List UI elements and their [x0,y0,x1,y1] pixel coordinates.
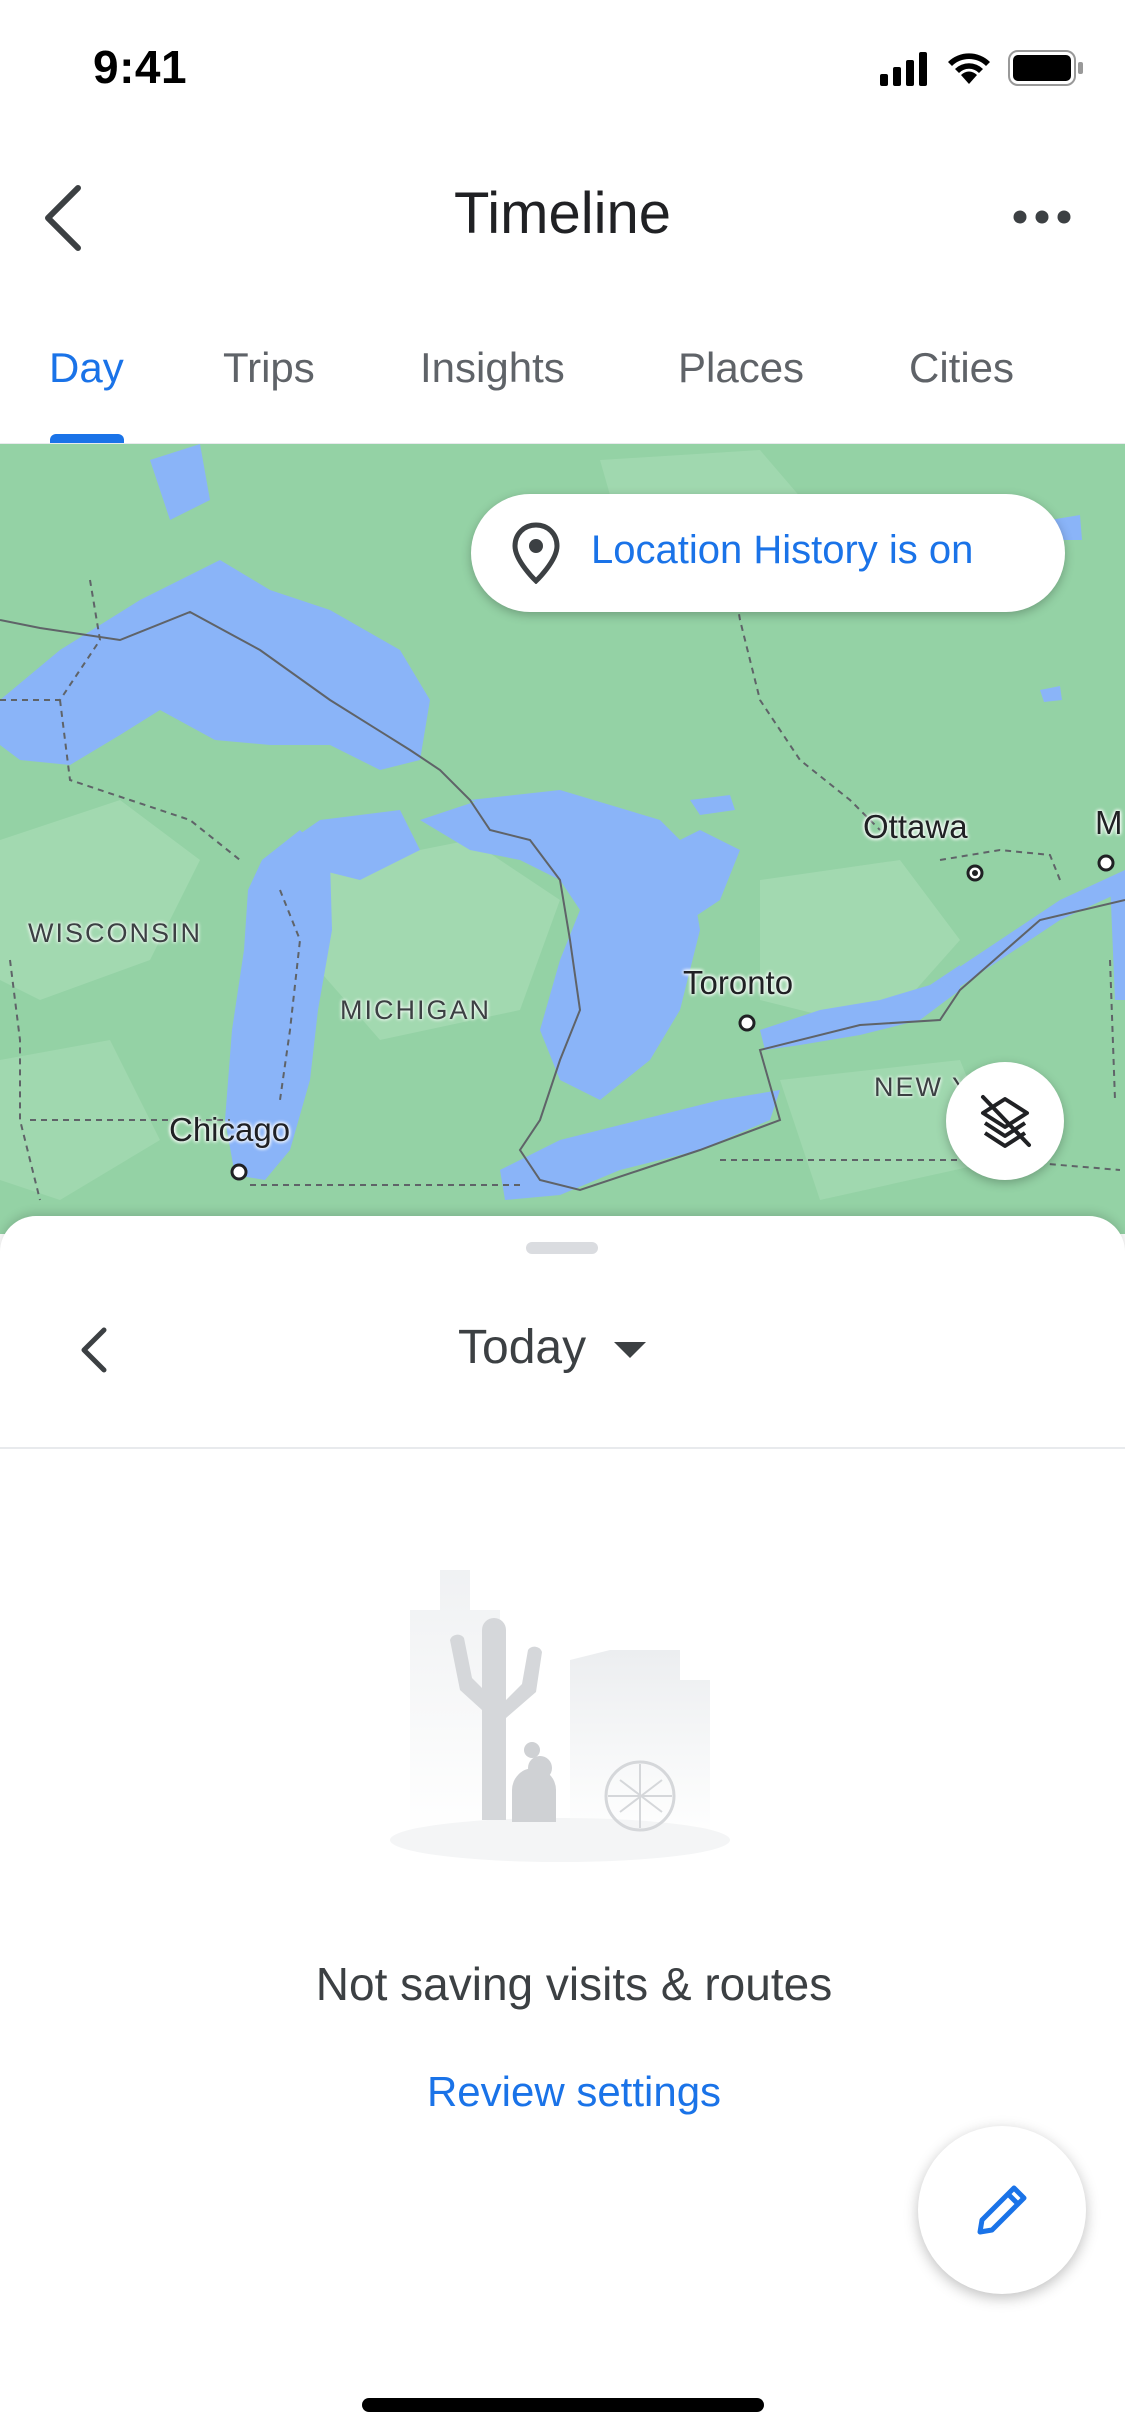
tab-day[interactable]: Day [49,344,124,392]
tab-cities[interactable]: Cities [909,344,1014,392]
location-history-label: Location History is on [591,528,974,572]
empty-state-title: Not saving visits & routes [315,1958,833,2010]
map-city-partial: M [1095,804,1123,841]
tab-trips[interactable]: Trips [223,344,315,392]
location-pin-icon [512,522,560,584]
chevron-left-icon [81,1327,107,1373]
map-city-chicago: Chicago [169,1111,291,1148]
map-city-ottawa: Ottawa [863,808,968,845]
map-region-wisconsin: WISCONSIN [28,918,203,948]
layers-off-icon [981,1095,1031,1148]
map-city-toronto: Toronto [683,964,794,1001]
more-options-button[interactable] [1010,200,1074,234]
wifi-icon [948,53,990,84]
signal-icon [880,52,927,86]
layers-toggle-button[interactable] [946,1062,1064,1180]
battery-icon [1008,50,1083,86]
status-time: 9:41 [93,41,188,93]
sheet-divider [0,1447,1125,1449]
date-selector[interactable]: Today [458,1320,586,1375]
tab-places[interactable]: Places [678,344,804,392]
review-settings-link[interactable]: Review settings [0,2068,1125,2116]
caret-down-icon[interactable] [614,1342,646,1358]
page-title: Timeline [453,181,672,246]
tab-insights[interactable]: Insights [420,344,565,392]
edit-button[interactable] [918,2126,1086,2294]
map-region-michigan: MICHIGAN [340,995,491,1025]
home-indicator [362,2398,764,2412]
previous-day-button[interactable] [72,1322,116,1378]
more-horizontal-icon [1013,210,1071,224]
edit-pencil-icon [977,2185,1027,2235]
sheet-drag-handle[interactable] [526,1242,598,1254]
location-history-button[interactable]: Location History is on [471,494,1065,612]
desert-cactus-illustration [390,1570,730,1862]
